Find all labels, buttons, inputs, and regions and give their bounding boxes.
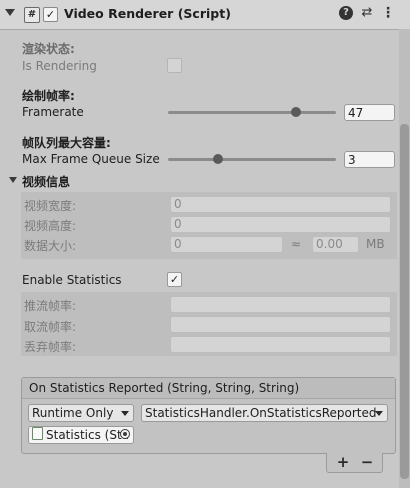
add-listener-button[interactable]: +: [336, 455, 350, 470]
data-size-mb-field: 0.00: [312, 236, 359, 253]
component-title: Video Renderer (Script): [64, 6, 231, 21]
drop-rate-field: [170, 336, 391, 353]
scrollbar-thumb[interactable]: [400, 124, 409, 479]
push-rate-field: [170, 296, 391, 313]
push-rate-label: 推流帧率:: [24, 299, 77, 313]
queue-slider-thumb[interactable]: [213, 154, 224, 164]
more-icon[interactable]: ⋮: [381, 6, 395, 20]
runtime-mode-dropdown[interactable]: Runtime Only: [28, 404, 134, 422]
script-object-icon: [32, 427, 43, 440]
drop-rate-label: 丢弃帧率:: [24, 340, 77, 354]
data-size-unit: MB: [366, 237, 385, 251]
video-info-foldout-icon[interactable]: [9, 177, 17, 183]
fetch-rate-field: [170, 316, 391, 333]
function-dropdown[interactable]: StatisticsHandler.OnStatisticsReported: [141, 404, 388, 422]
is-rendering-checkbox: [167, 58, 182, 73]
video-height-label: 视频高度:: [24, 219, 77, 233]
framerate-slider-track[interactable]: [168, 111, 336, 114]
list-buttons-box: [326, 453, 383, 473]
unity-event-title: On Statistics Reported (String, String, …: [29, 381, 300, 395]
video-width-field: 0: [170, 196, 391, 213]
video-width-label: 视频宽度:: [24, 199, 77, 213]
video-height-field: 0: [170, 216, 391, 233]
help-icon[interactable]: ?: [339, 6, 353, 20]
chevron-down-icon: [375, 411, 383, 416]
queue-label: Max Frame Queue Size: [22, 152, 160, 166]
target-object-field[interactable]: Statistics (Sta: [28, 426, 134, 444]
queue-input[interactable]: 3: [344, 151, 395, 168]
render-state-heading: 渲染状态:: [22, 42, 75, 56]
enable-statistics-label: Enable Statistics: [22, 273, 122, 287]
is-rendering-label: Is Rendering: [22, 59, 97, 73]
chevron-down-icon: [121, 411, 129, 416]
queue-slider-track[interactable]: [168, 158, 336, 161]
presets-icon[interactable]: ⇄: [360, 6, 374, 20]
remove-listener-button[interactable]: −: [360, 455, 374, 470]
target-object-value: Statistics (Sta: [46, 428, 130, 442]
approx-sign: ≈: [291, 237, 302, 251]
object-picker-icon[interactable]: [120, 429, 130, 439]
framerate-slider-thumb[interactable]: [290, 107, 301, 117]
framerate-label: Framerate: [22, 105, 84, 119]
framerate-input[interactable]: 47: [344, 104, 395, 121]
framerate-heading: 绘制帧率:: [22, 89, 75, 103]
data-size-field: 0: [170, 236, 283, 253]
queue-heading: 帧队列最大容量:: [22, 136, 111, 150]
runtime-mode-value: Runtime Only: [32, 406, 114, 420]
script-icon: #: [24, 7, 40, 23]
component-enable-toggle[interactable]: ✓: [43, 7, 58, 22]
fetch-rate-label: 取流帧率:: [24, 320, 77, 334]
data-size-label: 数据大小:: [24, 239, 77, 253]
enable-statistics-checkbox[interactable]: ✓: [167, 272, 182, 287]
video-info-heading[interactable]: 视频信息: [22, 173, 70, 190]
function-value: StatisticsHandler.OnStatisticsReported: [145, 406, 377, 420]
foldout-arrow-icon[interactable]: [5, 9, 15, 16]
